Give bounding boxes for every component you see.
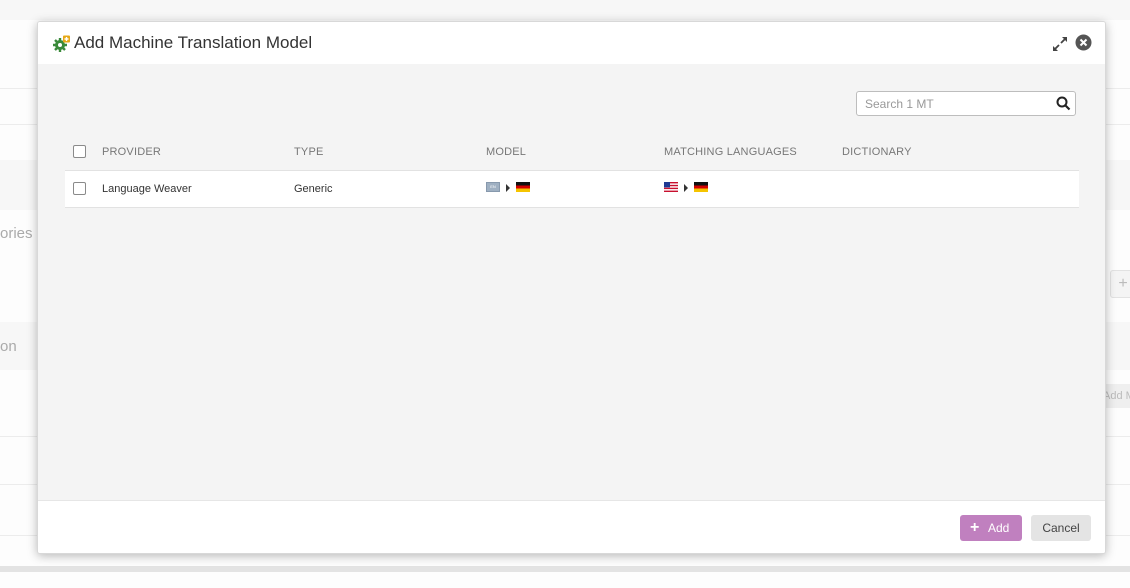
caret-right-icon [506, 184, 510, 192]
cancel-button[interactable]: Cancel [1031, 515, 1091, 541]
add-button[interactable]: + Add [960, 515, 1022, 541]
column-header-provider: PROVIDER [102, 146, 162, 158]
dialog-title: Add Machine Translation Model [74, 33, 313, 52]
plus-icon: + [970, 519, 980, 536]
background-band [0, 0, 1130, 20]
column-header-matching-languages: MATCHING LANGUAGES [664, 146, 797, 158]
dialog-footer: + Add Cancel [38, 500, 1105, 553]
close-icon[interactable] [1075, 34, 1092, 51]
type-cell: Generic [294, 183, 333, 195]
dialog-header: Add Machine Translation Model [38, 22, 1105, 64]
row-checkbox[interactable] [73, 182, 86, 195]
expand-icon[interactable] [1051, 35, 1069, 53]
table-header: PROVIDER TYPE MODEL MATCHING LANGUAGES D… [65, 134, 1079, 171]
background-scroll-edge [0, 566, 1130, 572]
column-header-dictionary: DICTIONARY [842, 146, 912, 158]
generic-flag-icon: EN [486, 182, 500, 192]
search-icon[interactable] [1056, 96, 1071, 111]
germany-flag-icon [516, 182, 530, 192]
caret-right-icon [684, 184, 688, 192]
background-text-fragment: ories [0, 225, 33, 242]
gear-plus-icon [53, 35, 70, 52]
provider-cell: Language Weaver [102, 183, 192, 195]
germany-flag-icon [694, 182, 708, 192]
select-all-checkbox[interactable] [73, 145, 86, 158]
column-header-type: TYPE [294, 146, 324, 158]
column-header-model: MODEL [486, 146, 527, 158]
us-flag-icon [664, 182, 678, 192]
background-text-fragment: on [0, 338, 17, 355]
add-mt-model-dialog: Add Machine Translation Model PROVIDER T… [37, 21, 1106, 554]
background-add-icon: + [1110, 270, 1130, 298]
search-box [856, 91, 1076, 116]
search-input[interactable] [857, 92, 1055, 115]
mt-models-table: PROVIDER TYPE MODEL MATCHING LANGUAGES D… [65, 134, 1079, 208]
dialog-body: PROVIDER TYPE MODEL MATCHING LANGUAGES D… [38, 64, 1105, 500]
add-button-label: Add [988, 521, 1010, 535]
table-row[interactable]: Language Weaver Generic EN [65, 171, 1079, 208]
